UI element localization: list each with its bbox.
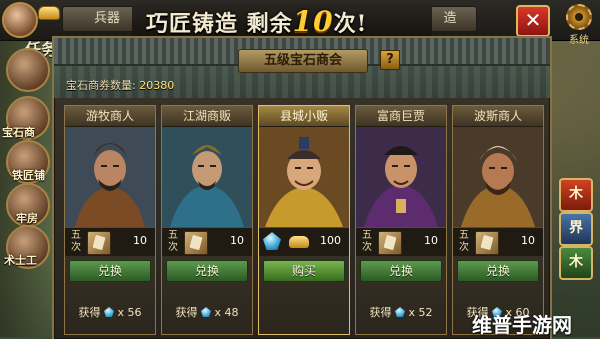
merchant-card-jianghu: 江湖商贩 五次 10 兑换 获得 x 48 xyxy=(161,105,253,335)
banner-prefix: 巧匠铸造 剩余 xyxy=(146,11,293,37)
obtain-amount: x 56 xyxy=(117,306,142,319)
merchant-card-nomad: 游牧商人 五次 10 兑换 获得 x 56 xyxy=(64,105,156,335)
merchant-name: 江湖商贩 xyxy=(162,106,252,127)
exchange-button[interactable]: 兑换 xyxy=(457,260,539,282)
system-button[interactable]: 系统 xyxy=(561,4,597,46)
price-value: 10 xyxy=(230,234,244,247)
side-item-smithy[interactable]: 铁匠铺 xyxy=(12,167,45,183)
obtain-info: 获得 x 56 xyxy=(65,304,155,320)
gear-icon xyxy=(566,4,592,30)
banner-count: 10 xyxy=(292,5,334,38)
obtain-label: 获得 xyxy=(369,306,392,319)
obtain-label: 获得 xyxy=(175,306,198,319)
merchant-name: 县城小贩 xyxy=(259,106,349,127)
currency-value: 20380 xyxy=(139,79,175,92)
banner-suffix: 次! xyxy=(333,11,368,37)
scroll-icon xyxy=(475,231,499,255)
price-row: 五次 10 xyxy=(162,227,252,256)
merchant-portrait-jianghu xyxy=(162,127,252,227)
hero-portrait-icon[interactable] xyxy=(6,48,50,92)
player-avatar[interactable] xyxy=(2,2,38,38)
exchange-button[interactable]: 兑换 xyxy=(166,260,248,282)
merchant-card-county: 县城小贩 100 购买 xyxy=(258,105,350,335)
times-label: 五次 xyxy=(71,230,81,253)
obtain-info: 获得 x 52 xyxy=(356,304,446,320)
merchant-portrait-tycoon xyxy=(356,127,446,227)
gem-icon xyxy=(394,307,405,317)
merchant-portrait-nomad xyxy=(65,127,155,227)
side-item-gem-shop[interactable]: 宝石商 xyxy=(2,124,35,140)
right-button-wood-2[interactable]: 木 xyxy=(559,246,593,280)
shop-title: 五级宝石商会 xyxy=(238,49,368,73)
gem-icon xyxy=(103,307,114,317)
merchant-name: 波斯商人 xyxy=(453,106,543,127)
merchant-name: 游牧商人 xyxy=(65,106,155,127)
gem-icon xyxy=(263,232,281,250)
exchange-button[interactable]: 兑换 xyxy=(69,260,151,282)
times-label: 五次 xyxy=(168,230,178,253)
price-row: 五次 10 xyxy=(453,227,543,256)
top-bar: 兵器 造 巧匠铸造 剩余10次! ✕ 系统 xyxy=(0,0,600,46)
gold-ingot-icon xyxy=(289,236,309,248)
obtain-amount: x 48 xyxy=(214,306,239,319)
merchant-portrait-county xyxy=(259,127,349,227)
obtain-amount: x 52 xyxy=(408,306,433,319)
times-label: 五次 xyxy=(459,230,469,253)
price-value: 10 xyxy=(424,234,438,247)
price-value: 10 xyxy=(133,234,147,247)
side-item-sorcerer[interactable]: 术士工 xyxy=(4,252,37,268)
side-item-prison[interactable]: 牢房 xyxy=(16,210,38,226)
panel-header: 五级宝石商会 ? 宝石商券数量: 20380 xyxy=(54,38,550,98)
system-label: 系统 xyxy=(569,35,589,46)
scroll-icon xyxy=(378,231,402,255)
obtain-label: 获得 xyxy=(78,306,101,319)
times-label: 五次 xyxy=(362,230,372,253)
currency-label: 宝石商券数量: xyxy=(66,79,136,92)
currency-display: 宝石商券数量: 20380 xyxy=(66,77,174,93)
exchange-button[interactable]: 兑换 xyxy=(360,260,442,282)
price-row: 100 xyxy=(259,227,349,256)
buy-button[interactable]: 购买 xyxy=(263,260,345,282)
scroll-icon xyxy=(87,231,111,255)
right-button-world[interactable]: 界 xyxy=(559,212,593,246)
help-button[interactable]: ? xyxy=(380,50,400,70)
watermark: 维普手游网 xyxy=(472,313,572,337)
price-value: 100 xyxy=(320,234,341,247)
gem-merchant-panel: 五级宝石商会 ? 宝石商券数量: 20380 游牧商人 五次 10 兑换 获得 … xyxy=(52,36,552,339)
right-button-wood[interactable]: 木 xyxy=(559,178,593,212)
price-row: 五次 10 xyxy=(356,227,446,256)
forge-remaining-text: 巧匠铸造 剩余10次! xyxy=(146,5,368,38)
merchant-card-persian: 波斯商人 五次 10 兑换 获得 x 60 xyxy=(452,105,544,335)
price-value: 10 xyxy=(521,234,535,247)
scroll-icon xyxy=(184,231,208,255)
gold-ingot-icon xyxy=(38,6,60,20)
merchant-name: 富商巨贾 xyxy=(356,106,446,127)
merchant-portrait-persian xyxy=(453,127,543,227)
gem-icon xyxy=(200,307,211,317)
close-button[interactable]: ✕ xyxy=(516,5,550,37)
merchant-card-tycoon: 富商巨贾 五次 10 兑换 获得 x 52 xyxy=(355,105,447,335)
obtain-info: 获得 x 48 xyxy=(162,304,252,320)
price-row: 五次 10 xyxy=(65,227,155,256)
